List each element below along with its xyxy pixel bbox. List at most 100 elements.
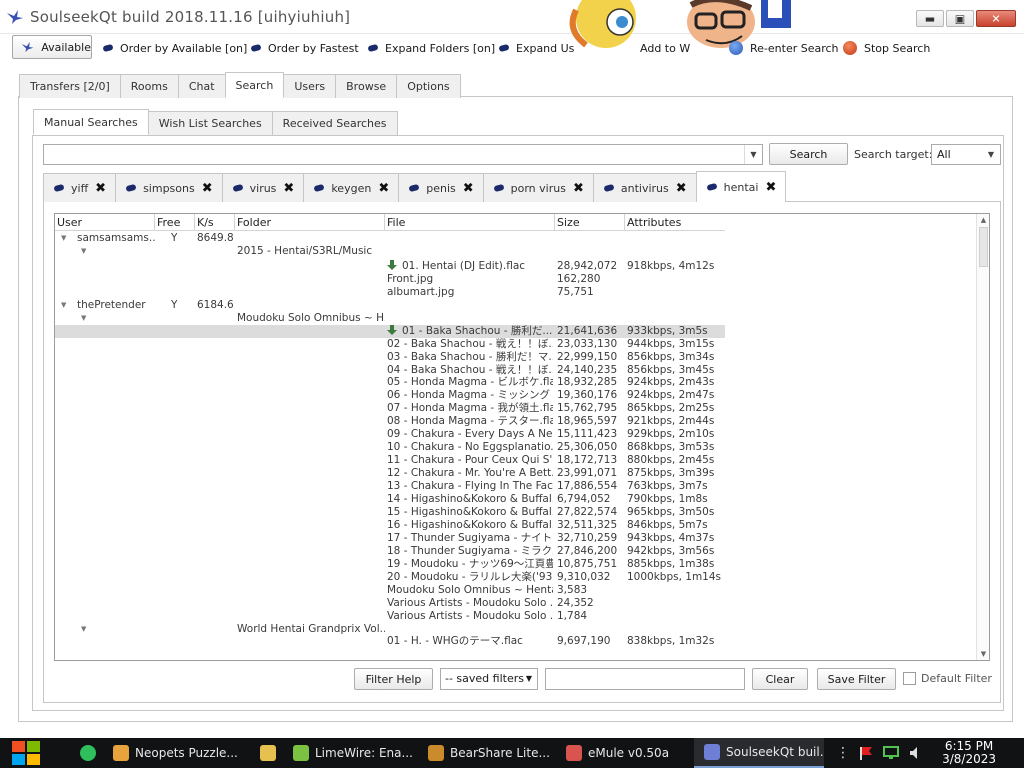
size-cell: 162,280 xyxy=(557,272,601,285)
default-filter-checkbox[interactable] xyxy=(903,672,916,685)
tab-search[interactable]: Search xyxy=(224,72,285,98)
tab-manual-searches[interactable]: Manual Searches xyxy=(33,109,149,135)
taskbar-app-button[interactable]: Neopets Puzzle... xyxy=(103,738,239,768)
expand-arrow-icon[interactable]: ▼ xyxy=(61,299,66,312)
order-by-fastest-button[interactable]: Order by Fastest xyxy=(250,38,359,58)
query-tab-label: hentai xyxy=(723,180,759,194)
query-tab[interactable]: penis ✖ xyxy=(398,173,484,202)
size-cell: 24,140,235 xyxy=(557,363,618,376)
taskbar-app-button[interactable]: LimeWire: Ena... xyxy=(283,738,413,768)
taskbar-app-button[interactable]: BearShare Lite... xyxy=(418,738,550,768)
file-cell: 06 - Honda Magma - ミッシング・ペ... xyxy=(387,389,553,402)
close-tab-icon[interactable]: ✖ xyxy=(283,181,294,196)
column-header-file[interactable]: File xyxy=(385,214,555,231)
tab-browse[interactable]: Browse xyxy=(335,74,398,98)
volume-icon[interactable] xyxy=(908,745,924,761)
chevron-down-icon[interactable]: ▼ xyxy=(744,145,762,164)
taskbar-app-button[interactable] xyxy=(250,738,278,768)
query-tab-label: virus xyxy=(249,181,277,195)
scroll-down-icon[interactable]: ▼ xyxy=(977,648,989,660)
tab-options-label: Options xyxy=(407,80,450,93)
scrollbar-thumb[interactable] xyxy=(979,227,988,267)
taskbar-app-button[interactable]: SoulseekQt buil... xyxy=(694,738,824,768)
file-cell: 09 - Chakura - Every Days A Ne... xyxy=(387,428,553,441)
expand-arrow-icon[interactable]: ▼ xyxy=(81,312,86,325)
attributes-cell: 924kbps, 2m43s xyxy=(627,376,715,389)
file-cell: 13 - Chakura - Flying In The Fac... xyxy=(387,480,553,493)
flag-icon[interactable] xyxy=(858,745,874,761)
column-header-attributes[interactable]: Attributes xyxy=(625,214,725,231)
expand-users-button[interactable]: Expand Us xyxy=(498,38,574,58)
close-tab-icon[interactable]: ✖ xyxy=(573,181,584,196)
column-header-folder[interactable]: Folder xyxy=(235,214,385,231)
expand-folders-button[interactable]: Expand Folders [on] xyxy=(367,38,496,58)
column-header-free[interactable]: Free xyxy=(155,214,195,231)
expand-arrow-icon[interactable]: ▼ xyxy=(61,232,66,245)
tab-wish-list-searches[interactable]: Wish List Searches xyxy=(147,111,273,135)
search-button[interactable]: Search xyxy=(769,143,848,165)
close-button[interactable]: ✕ xyxy=(976,10,1016,27)
expand-arrow-icon[interactable]: ▼ xyxy=(81,245,86,258)
filter-help-button[interactable]: Filter Help xyxy=(354,668,433,690)
attributes-cell: 933kbps, 3m5s xyxy=(627,324,708,337)
query-tab[interactable]: yiff ✖ xyxy=(43,173,117,202)
system-clock[interactable]: 6:15 PM 3/8/2023 xyxy=(942,740,996,766)
search-target-select[interactable]: All ▼ xyxy=(931,144,1001,165)
query-tab[interactable]: antivirus ✖ xyxy=(592,173,697,202)
add-to-wishlist-button[interactable]: Add to W xyxy=(640,38,690,58)
more-icon[interactable]: ⋮ xyxy=(836,745,850,761)
saved-filters-select[interactable]: -- saved filters ▼ xyxy=(440,668,538,690)
tab-rooms[interactable]: Rooms xyxy=(119,74,179,98)
tab-transfers[interactable]: Transfers [2/0] xyxy=(19,74,121,98)
query-tab[interactable]: hentai ✖ xyxy=(695,171,787,202)
attributes-cell: 763kbps, 3m7s xyxy=(627,480,708,493)
reenter-search-button[interactable]: Re-enter Search xyxy=(729,38,839,58)
order-by-available-button[interactable]: Order by Available [on] xyxy=(102,38,247,58)
attributes-cell: 965kbps, 3m50s xyxy=(627,505,715,518)
stop-search-button[interactable]: Stop Search xyxy=(843,38,930,58)
query-tab[interactable]: simpsons ✖ xyxy=(115,173,223,202)
save-filter-button[interactable]: Save Filter xyxy=(817,668,896,690)
file-cell: 15 - Higashino&Kokoro & Buffal... xyxy=(387,505,553,518)
close-tab-icon[interactable]: ✖ xyxy=(676,181,687,196)
query-tab[interactable]: virus ✖ xyxy=(221,173,305,202)
query-tab[interactable]: porn virus ✖ xyxy=(482,173,594,202)
tab-received-searches[interactable]: Received Searches xyxy=(271,111,398,135)
clear-filter-button[interactable]: Clear xyxy=(752,668,808,690)
search-target-value: All xyxy=(937,148,951,161)
close-tab-icon[interactable]: ✖ xyxy=(765,180,776,195)
minimize-button[interactable]: ▬ xyxy=(916,10,944,27)
close-tab-icon[interactable]: ✖ xyxy=(463,181,474,196)
query-tab[interactable]: keygen ✖ xyxy=(303,173,400,202)
column-header-speed[interactable]: K/s xyxy=(195,214,235,231)
table-row[interactable]: 01 - Baka Shachou - 勝利だ... 21,641,636 933k… xyxy=(55,324,725,338)
app-icon xyxy=(566,745,582,761)
available-button[interactable]: Available xyxy=(12,35,92,59)
column-header-size[interactable]: Size xyxy=(555,214,625,231)
search-input[interactable]: ▼ xyxy=(43,144,763,165)
folder-cell: 2015 - Hentai/S3RL/Music xyxy=(237,244,373,257)
status-dot-icon xyxy=(706,182,718,192)
size-cell: 24,352 xyxy=(557,596,594,609)
tab-users[interactable]: Users xyxy=(283,74,337,98)
close-tab-icon[interactable]: ✖ xyxy=(202,181,213,196)
close-tab-icon[interactable]: ✖ xyxy=(378,181,389,196)
taskbar-chat-app[interactable] xyxy=(70,738,100,768)
close-tab-icon[interactable]: ✖ xyxy=(95,181,106,196)
expand-arrow-icon[interactable]: ▼ xyxy=(81,623,86,636)
vertical-scrollbar[interactable]: ▲ ▼ xyxy=(976,214,989,660)
column-header-user[interactable]: User xyxy=(55,214,155,231)
maximize-button[interactable]: ▣ xyxy=(946,10,974,27)
size-cell: 15,111,423 xyxy=(557,428,618,441)
results-table[interactable]: User Free K/s Folder File Size Attribute… xyxy=(54,213,990,661)
close-icon: ✕ xyxy=(991,12,1001,25)
expand-folders-label: Expand Folders [on] xyxy=(385,41,496,55)
filter-input[interactable] xyxy=(545,668,745,690)
tab-chat[interactable]: Chat xyxy=(177,74,226,98)
scroll-up-icon[interactable]: ▲ xyxy=(977,214,989,226)
taskbar-app-button[interactable]: eMule v0.50a xyxy=(556,738,686,768)
windows-start-icon[interactable] xyxy=(10,738,44,768)
size-cell: 25,306,050 xyxy=(557,441,618,454)
tab-options[interactable]: Options xyxy=(396,74,461,98)
network-icon[interactable] xyxy=(883,745,899,761)
